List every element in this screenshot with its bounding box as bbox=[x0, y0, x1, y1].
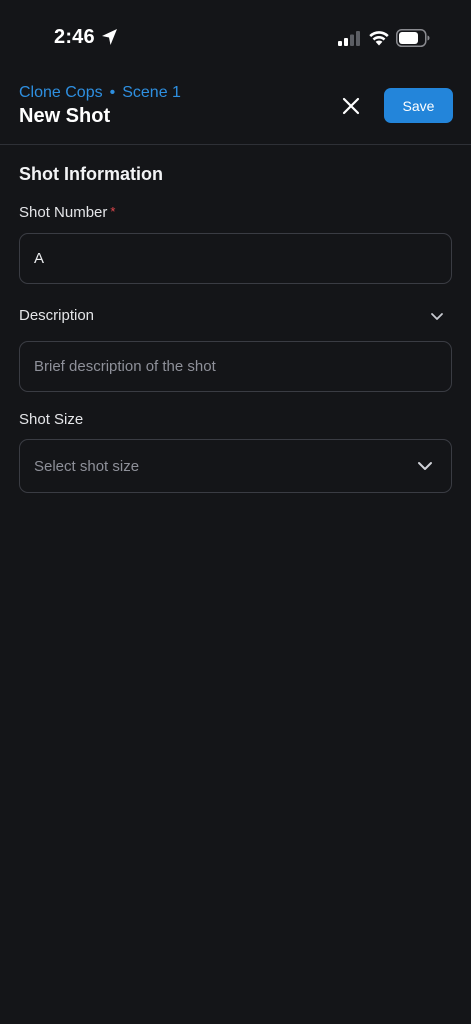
shot-size-label: Shot Size bbox=[19, 411, 84, 428]
header: Clone Cops • Scene 1 New Shot Save bbox=[0, 70, 471, 145]
location-arrow-icon bbox=[102, 29, 117, 45]
shot-size-select[interactable]: Select shot size bbox=[19, 439, 452, 493]
description-label: Description bbox=[19, 307, 95, 324]
status-bar: 2:46 bbox=[0, 0, 471, 70]
shot-number-input[interactable]: A bbox=[19, 233, 452, 284]
breadcrumb-project[interactable]: Clone Cops bbox=[19, 84, 103, 101]
page-title: New Shot bbox=[19, 105, 111, 127]
shot-number-label-text: Shot Number bbox=[19, 204, 108, 221]
breadcrumb-separator: • bbox=[109, 84, 116, 101]
battery-icon bbox=[396, 29, 430, 47]
breadcrumb: Clone Cops • Scene 1 bbox=[19, 84, 181, 102]
description-chevron-down-icon[interactable] bbox=[430, 312, 444, 321]
cellular-signal-icon bbox=[338, 31, 360, 46]
section-title: Shot Information bbox=[19, 164, 163, 184]
chevron-down-icon bbox=[418, 462, 432, 470]
status-time: 2:46 bbox=[54, 26, 95, 48]
close-button[interactable] bbox=[336, 91, 366, 121]
shot-size-placeholder: Select shot size bbox=[34, 457, 140, 475]
close-icon bbox=[342, 97, 360, 115]
breadcrumb-scene[interactable]: Scene 1 bbox=[122, 84, 181, 101]
description-input[interactable]: Brief description of the shot bbox=[19, 341, 452, 392]
shot-number-label: Shot Number * bbox=[19, 204, 115, 221]
description-placeholder: Brief description of the shot bbox=[34, 358, 216, 375]
required-mark: * bbox=[110, 204, 116, 219]
wifi-icon bbox=[369, 31, 389, 46]
save-button[interactable]: Save bbox=[384, 88, 453, 123]
shot-number-value: A bbox=[34, 250, 45, 267]
